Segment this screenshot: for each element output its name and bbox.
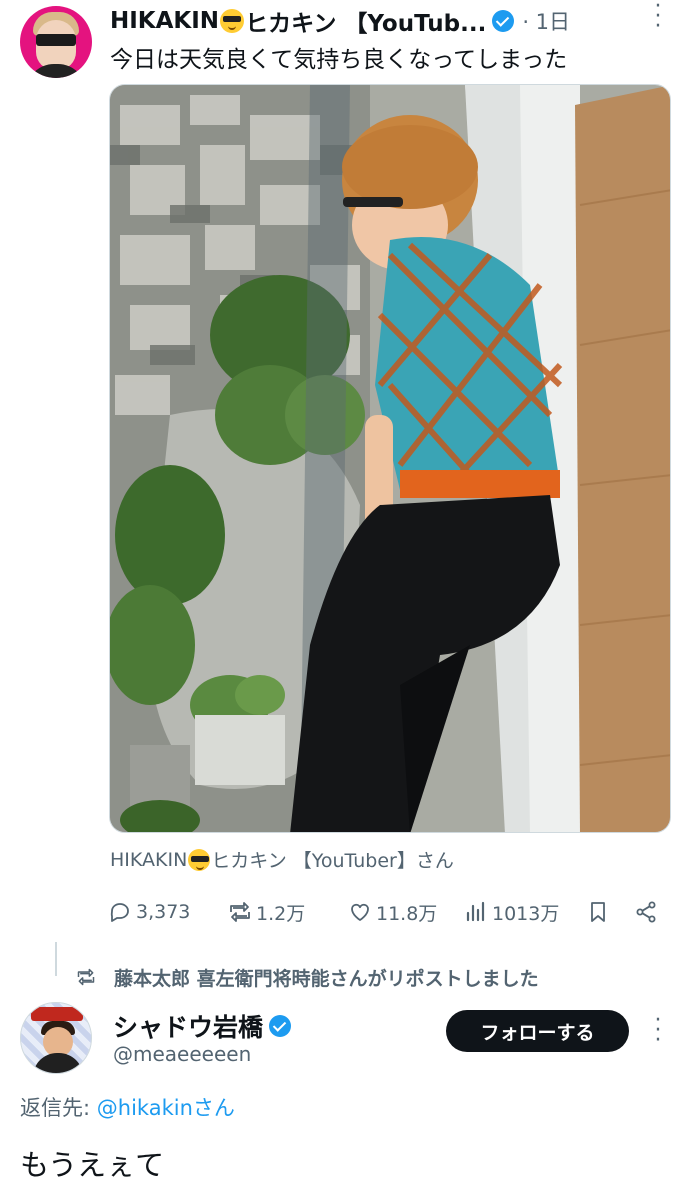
- reply-button[interactable]: 3,373: [108, 896, 190, 928]
- views-button[interactable]: 1013万: [464, 896, 559, 928]
- tweet-text: もうえぇて: [20, 1148, 165, 1182]
- like-button[interactable]: 11.8万: [348, 896, 437, 928]
- photo-tag-caption[interactable]: HIKAKIN ヒカキン 【YouTuber】さん: [110, 846, 454, 873]
- sunglasses-emoji-icon: [188, 848, 211, 871]
- tweet-actions: 3,373 1.2万 11.8万 1013万: [106, 896, 676, 928]
- repost-count: 1.2万: [256, 902, 306, 925]
- author-handle[interactable]: @meaeeeeen: [113, 1042, 251, 1066]
- timestamp[interactable]: · 1日: [522, 6, 570, 36]
- repost-button[interactable]: 1.2万: [228, 896, 305, 928]
- follow-button[interactable]: フォローする: [446, 1010, 629, 1052]
- author-name-suffix[interactable]: ヒカキン 【YouTub...: [245, 4, 486, 38]
- repost-context-text: 藤本太郎 喜左衛門将時能さんがリポストしました: [114, 967, 539, 990]
- repost-icon: [230, 902, 250, 922]
- photo-caption-name: HIKAKIN: [110, 848, 188, 871]
- views-count: 1013万: [492, 902, 560, 925]
- reply-icon: [110, 903, 129, 922]
- thread-line: [55, 942, 57, 976]
- reply-count: 3,373: [136, 901, 191, 923]
- views-icon: [466, 901, 485, 922]
- more-icon[interactable]: · · ·: [648, 0, 668, 38]
- share-icon: [636, 901, 656, 923]
- verified-icon: [269, 1015, 292, 1037]
- like-icon: [351, 903, 369, 921]
- like-count: 11.8万: [376, 902, 438, 925]
- avatar[interactable]: [20, 6, 92, 78]
- photo-caption-suffix: ヒカキン 【YouTuber】さん: [211, 850, 454, 872]
- sunglasses-emoji-icon: [220, 9, 245, 33]
- share-button[interactable]: [634, 896, 662, 928]
- avatar[interactable]: [20, 1002, 92, 1074]
- more-icon[interactable]: · · ·: [648, 1010, 668, 1052]
- reply-to-link[interactable]: @hikakinさん: [97, 1096, 235, 1120]
- bookmark-icon: [591, 902, 605, 922]
- reply-to: 返信先: @hikakinさん: [20, 1092, 235, 1122]
- tweet-header: HIKAKIN ヒカキン 【YouTub... · 1日: [110, 4, 570, 38]
- repost-context[interactable]: 藤本太郎 喜左衛門将時能さんがリポストしました: [76, 962, 539, 992]
- bookmark-button[interactable]: [586, 896, 614, 928]
- tweet-hikakin[interactable]: HIKAKIN ヒカキン 【YouTub... · 1日 · · · 今日は天気良く…: [0, 0, 692, 940]
- reply-to-label: 返信先:: [20, 1096, 91, 1120]
- author-name[interactable]: HIKAKIN: [110, 8, 219, 34]
- repost-context-icon: [77, 968, 95, 986]
- author-name-row: シャドウ岩橋: [113, 1008, 292, 1044]
- author-name[interactable]: シャドウ岩橋: [113, 1008, 263, 1044]
- tweet-text: 今日は天気良くて気持ち良くなってしまった: [110, 47, 568, 73]
- verified-icon: [492, 10, 515, 32]
- tweet-photo[interactable]: [109, 84, 671, 833]
